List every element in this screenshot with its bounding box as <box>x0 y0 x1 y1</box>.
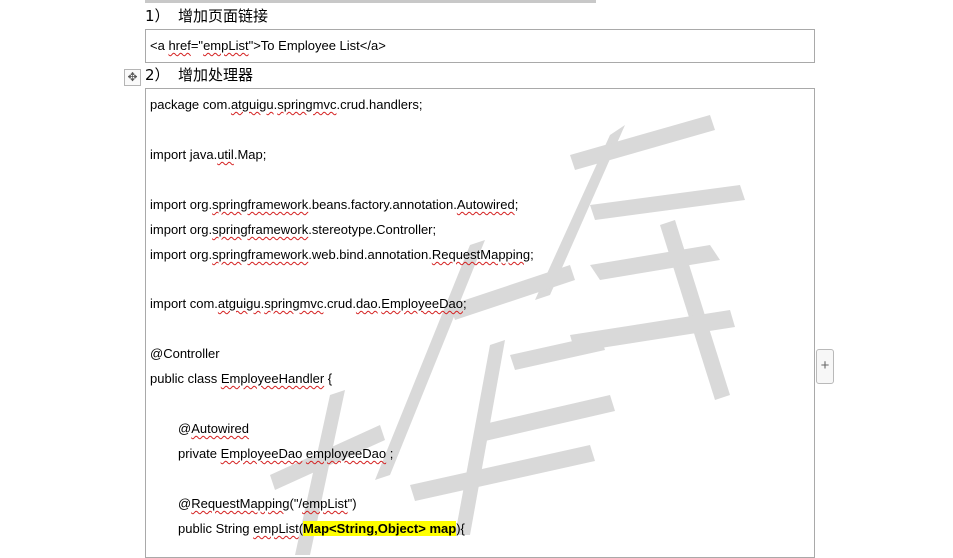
code-token: public class <box>150 371 221 386</box>
code-line-package: package com.atguigu.springmvc.crud.handl… <box>150 97 422 113</box>
code-token: ") <box>347 496 357 511</box>
code-line-autowired: @Autowired <box>178 421 249 437</box>
code-token: EmployeeDao <box>381 296 463 311</box>
code-token: import java. <box>150 147 218 162</box>
code-token: @ <box>178 421 192 436</box>
code-token: springmvc <box>264 296 324 311</box>
code-token: atguigu <box>230 97 274 112</box>
code-token: public String <box>178 521 254 536</box>
code-token: .crud. <box>323 296 356 311</box>
code-token: import org. <box>150 197 213 212</box>
code-token: springframework <box>212 247 309 262</box>
code-token: .crud.handlers; <box>336 97 423 112</box>
code-line-method: public String empList(Map<String,Object>… <box>178 521 465 537</box>
code-token: private <box>178 446 221 461</box>
code-token: { <box>324 371 333 386</box>
step1-title: 增加页面链接 <box>178 7 269 25</box>
code-token: employeeDao <box>305 446 387 461</box>
code-token: ; <box>530 247 534 262</box>
code-token: util <box>217 147 234 162</box>
code-token: EmployeeHandler <box>220 371 325 386</box>
step2-title: 增加处理器 <box>178 66 254 84</box>
code-token: empList <box>203 38 249 53</box>
code-token: package com. <box>150 97 231 112</box>
step1-code[interactable]: <a href="empList">To Employee List</a> <box>150 38 386 54</box>
code-token: Autowired <box>456 197 515 212</box>
code-token: RequestMapping <box>191 496 290 511</box>
code-token: import com. <box>150 296 218 311</box>
code-token: .Map; <box>233 147 267 162</box>
code-token: EmployeeDao <box>220 446 303 461</box>
step2-number: 2） <box>145 66 170 84</box>
code-token: .web.bind.annotation. <box>308 247 432 262</box>
code-token: springmvc <box>277 97 337 112</box>
code-token: @ <box>178 496 192 511</box>
table-move-icon[interactable]: ✥ <box>124 69 141 86</box>
code-token: .beans.factory.annotation. <box>308 197 457 212</box>
code-line-import-requestmapping: import org.springframework.web.bind.anno… <box>150 247 534 263</box>
code-token: atguigu <box>217 296 261 311</box>
code-token: Autowired <box>191 421 250 436</box>
step1-number: 1） <box>145 7 170 25</box>
step2-heading: 2） 增加处理器 <box>145 65 253 85</box>
code-line-import-autowired: import org.springframework.beans.factory… <box>150 197 518 213</box>
code-token: import org. <box>150 222 213 237</box>
code-line-import-controller: import org.springframework.stereotype.Co… <box>150 222 436 238</box>
code-line-field: private EmployeeDao employeeDao ; <box>178 446 393 462</box>
top-border-strip <box>145 0 596 3</box>
code-line-controller-annotation: @Controller <box>150 346 220 361</box>
code-token: ; <box>514 197 519 212</box>
code-token: empList <box>302 496 348 511</box>
code-line-import-map: import java.util.Map; <box>150 147 266 163</box>
code-token: ("/ <box>289 496 303 511</box>
code-token: ; <box>462 296 467 311</box>
code-line-class-decl: public class EmployeeHandler { <box>150 371 332 387</box>
code-token: springframework <box>212 222 309 237</box>
code-token: empList <box>253 521 299 536</box>
code-token: dao <box>355 296 378 311</box>
code-token: import org. <box>150 247 213 262</box>
code-line-import-dao: import com.atguigu.springmvc.crud.dao.Em… <box>150 296 467 312</box>
code-token: .stereotype.Controller; <box>308 222 437 237</box>
highlighted-param: Map<String,Object> map <box>303 521 457 536</box>
code-token: href <box>168 38 191 53</box>
code-line-requestmapping: @RequestMapping("/empList") <box>178 496 357 512</box>
add-row-button[interactable]: + <box>816 349 834 384</box>
step1-heading: 1） 增加页面链接 <box>145 6 268 26</box>
code-token: ; <box>386 446 394 461</box>
code-token: RequestMapping <box>431 247 531 262</box>
code-token: ){ <box>456 521 465 536</box>
code-token: springframework <box>212 197 309 212</box>
